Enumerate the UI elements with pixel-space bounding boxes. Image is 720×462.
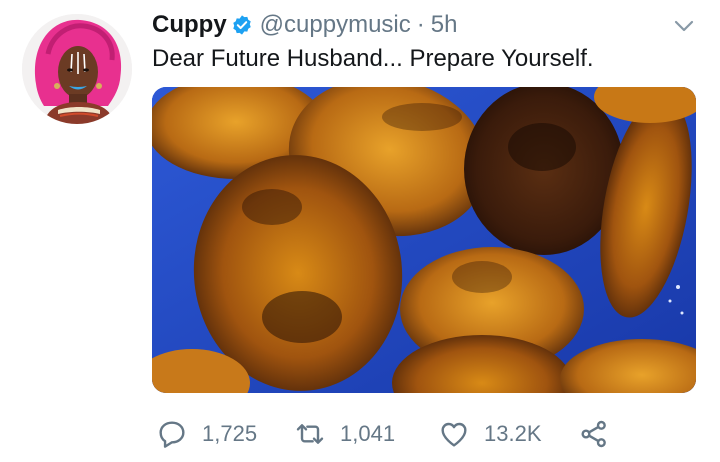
reply-icon xyxy=(159,421,185,448)
share-icon xyxy=(581,420,606,448)
retweet-count: 1,041 xyxy=(340,421,396,446)
like-button[interactable]: 13.2K xyxy=(438,418,542,450)
tweet-timestamp[interactable]: 5h xyxy=(431,11,458,39)
fried-plantain-photo xyxy=(152,87,696,393)
author-handle[interactable]: @cuppymusic xyxy=(260,11,411,39)
reply-button[interactable]: 1,725 xyxy=(156,418,257,450)
tweet-text: Dear Future Husband... Prepare Yourself. xyxy=(152,45,594,72)
retweet-icon xyxy=(296,424,324,444)
chevron-down-icon[interactable] xyxy=(672,14,696,38)
verified-badge-icon xyxy=(231,14,253,36)
heart-icon xyxy=(441,422,467,447)
share-button[interactable] xyxy=(578,418,610,450)
retweet-button[interactable]: 1,041 xyxy=(294,418,395,450)
tweet-media-image[interactable] xyxy=(152,87,696,393)
like-count: 13.2K xyxy=(484,421,542,446)
separator-dot: · xyxy=(416,11,425,38)
author-avatar[interactable] xyxy=(22,14,132,124)
reply-count: 1,725 xyxy=(202,421,258,446)
avatar-image xyxy=(22,14,132,124)
tweet-actions: 1,725 1,041 13.2K xyxy=(152,414,692,454)
author-name[interactable]: Cuppy xyxy=(152,11,227,39)
tweet-header: Cuppy @cuppymusic · 5h xyxy=(152,8,457,42)
